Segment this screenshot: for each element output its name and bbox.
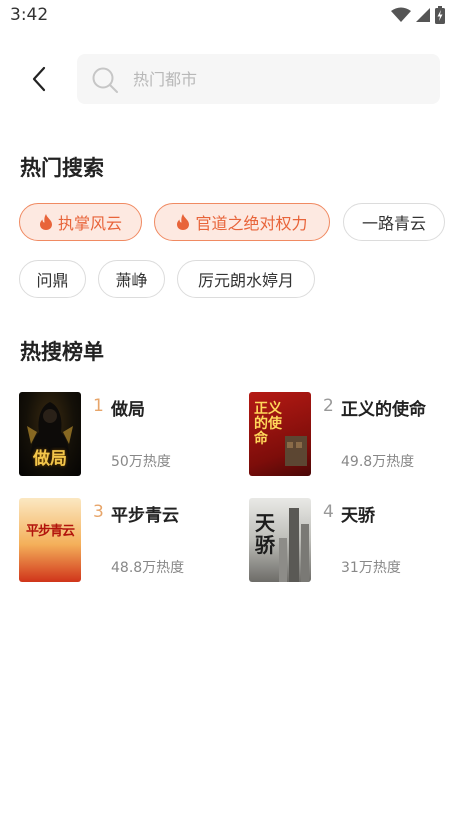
battery-icon xyxy=(435,6,445,24)
search-header xyxy=(0,54,459,104)
wifi-icon xyxy=(391,7,411,22)
status-bar: 3:42 xyxy=(0,0,459,30)
ranking-title: 热搜榜单 xyxy=(20,340,104,364)
book-title: 天骄 xyxy=(341,506,375,526)
rank-number: 3 xyxy=(93,502,104,522)
chevron-left-icon xyxy=(32,66,46,92)
hot-search-title: 热门搜索 xyxy=(20,156,104,180)
book-cover: 平步青云 xyxy=(19,498,81,582)
cover-title: 天骄 xyxy=(255,511,275,557)
book-heat: 48.8万热度 xyxy=(111,560,185,576)
search-tag[interactable]: 萧峥 xyxy=(98,260,165,298)
search-tag[interactable]: 一路青云 xyxy=(343,203,445,241)
rank-item[interactable]: 天骄 4 天骄 31万热度 xyxy=(249,498,459,584)
search-tag-label: 厉元朗水婷月 xyxy=(197,271,294,290)
book-heat: 49.8万热度 xyxy=(341,454,415,470)
fire-icon xyxy=(176,214,190,230)
rank-number: 1 xyxy=(93,396,104,416)
hot-tag-label: 官道之绝对权力 xyxy=(195,214,308,233)
book-heat: 31万热度 xyxy=(341,560,401,576)
status-icons xyxy=(391,6,445,24)
book-cover: 正义的使命 xyxy=(249,392,311,476)
cover-title: 正义的使命 xyxy=(254,401,282,447)
book-heat: 50万热度 xyxy=(111,454,171,470)
cover-title: 平步青云 xyxy=(25,524,75,539)
rank-item[interactable]: 平步青云 3 平步青云 48.8万热度 xyxy=(19,498,229,584)
hot-tag[interactable]: 执掌风云 xyxy=(19,203,142,241)
hot-tag[interactable]: 官道之绝对权力 xyxy=(154,203,330,241)
search-icon xyxy=(92,67,118,93)
search-box[interactable] xyxy=(77,54,440,104)
search-tag[interactable]: 问鼎 xyxy=(19,260,86,298)
rank-number: 2 xyxy=(323,396,334,416)
search-tag-label: 萧峥 xyxy=(115,271,148,290)
fire-icon xyxy=(39,214,53,230)
search-input[interactable] xyxy=(133,54,423,104)
hot-tag-label: 执掌风云 xyxy=(57,214,122,233)
back-button[interactable] xyxy=(24,64,54,94)
signal-icon xyxy=(416,8,430,22)
book-title: 平步青云 xyxy=(111,506,179,526)
status-time: 3:42 xyxy=(10,5,49,25)
search-tag-label: 一路青云 xyxy=(361,214,426,233)
book-title: 做局 xyxy=(111,400,145,420)
search-tag[interactable]: 厉元朗水婷月 xyxy=(177,260,315,298)
book-cover: 做局 xyxy=(19,392,81,476)
book-title: 正义的使命 xyxy=(341,400,426,420)
rank-item[interactable]: 正义的使命 2 正义的使命 49.8万热度 xyxy=(249,392,459,478)
rank-number: 4 xyxy=(323,502,334,522)
rank-item[interactable]: 做局 1 做局 50万热度 xyxy=(19,392,229,478)
book-cover: 天骄 xyxy=(249,498,311,582)
cover-title: 做局 xyxy=(33,449,67,469)
search-tag-label: 问鼎 xyxy=(36,271,69,290)
